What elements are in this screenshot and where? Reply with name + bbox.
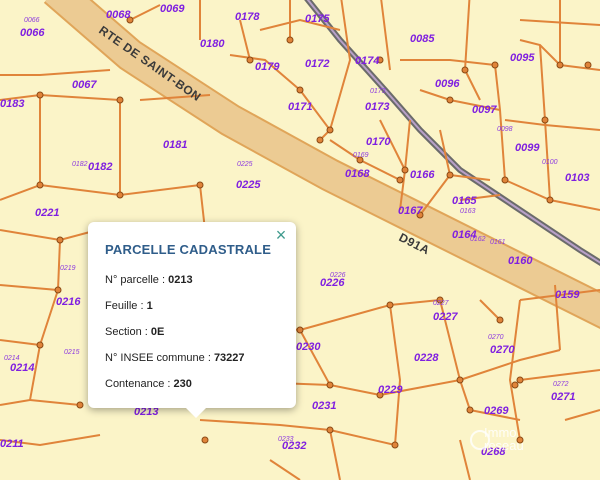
field-value: 230 xyxy=(173,378,192,390)
popup-title: PARCELLE CADASTRALE xyxy=(105,242,272,257)
parcel-label: 0229 xyxy=(378,384,403,396)
parcel-label: 0271 xyxy=(551,391,575,403)
parcel-label: 0171 xyxy=(288,101,312,113)
parcel-label: 0221 xyxy=(35,207,59,219)
parcel-small-label: 0098 xyxy=(497,126,513,133)
parcel-small-label: 0163 xyxy=(460,208,476,215)
parcel-small-label: 0219 xyxy=(60,265,76,272)
parcel-label: 0269 xyxy=(484,405,509,417)
parcel-label: 0097 xyxy=(472,104,497,116)
parcel-small-label: 0270 xyxy=(488,334,504,341)
parcel-label: 0214 xyxy=(10,362,34,374)
parcel-label: 0216 xyxy=(56,296,81,308)
parcel-small-label: 0215 xyxy=(64,349,80,356)
field-value: 0E xyxy=(150,326,165,338)
parcel-label: 0270 xyxy=(490,344,515,356)
parcel-label: 0160 xyxy=(508,255,533,267)
parcel-small-label: 0173 xyxy=(370,88,386,95)
field-section: Section : 0E xyxy=(105,326,164,338)
parcel-small-label: 0214 xyxy=(4,355,20,362)
parcel-label: 0174 xyxy=(355,55,379,67)
parcel-label: 0096 xyxy=(435,78,460,90)
field-value: 1 xyxy=(146,300,153,312)
field-label: N° parcelle : xyxy=(105,274,169,286)
parcel-label: 0165 xyxy=(452,195,477,207)
parcel-label: 0167 xyxy=(398,205,423,217)
parcel-label: 0183 xyxy=(0,98,24,110)
field-label: N° INSEE commune : xyxy=(105,352,214,364)
field-insee: N° INSEE commune : 73227 xyxy=(105,352,245,364)
field-value: 0213 xyxy=(168,274,193,286)
parcel-small-label: 0182 xyxy=(72,161,88,168)
parcel-label: 0178 xyxy=(235,11,260,23)
parcel-label: 0068 xyxy=(106,9,131,21)
parcel-label: 0159 xyxy=(555,289,580,301)
parcel-label: 0181 xyxy=(163,139,187,151)
parcel-small-label: 0161 xyxy=(490,239,506,246)
parcel-label: 0095 xyxy=(510,52,535,64)
parcel-label: 0226 xyxy=(320,277,345,289)
close-icon[interactable]: × xyxy=(272,226,290,244)
parcel-label: 0230 xyxy=(296,341,321,353)
parcel-small-label: 0169 xyxy=(353,152,369,159)
parcel-label: 0168 xyxy=(345,168,370,180)
parcel-label: 0182 xyxy=(88,161,112,173)
parcel-label: 0227 xyxy=(433,311,458,323)
parcel-small-label: 0100 xyxy=(542,159,558,166)
field-feuille: Feuille : 1 xyxy=(105,300,153,312)
parcel-small-label: 0066 xyxy=(24,17,40,24)
parcel-small-label: 0162 xyxy=(470,236,486,243)
field-value: 73227 xyxy=(213,352,245,364)
parcel-label: 0211 xyxy=(0,438,24,450)
parcel-label: 0179 xyxy=(255,61,280,73)
field-parcel-number: N° parcelle : 0213 xyxy=(105,274,193,286)
parcel-label: 0225 xyxy=(236,179,261,191)
parcel-label: 0085 xyxy=(410,33,435,45)
parcel-label: 0103 xyxy=(565,172,589,184)
parcel-label: 0172 xyxy=(305,58,329,70)
parcel-popup: PARCELLE CADASTRALE × N° parcelle : 0213… xyxy=(88,222,296,418)
parcel-label: 0175 xyxy=(305,13,330,25)
parcel-small-label: 0272 xyxy=(553,381,569,388)
parcel-label: 0170 xyxy=(366,136,391,148)
field-label: Contenance : xyxy=(105,378,174,390)
parcel-small-label: 0227 xyxy=(433,300,450,307)
parcel-label: 0231 xyxy=(312,400,336,412)
parcel-small-label: 0225 xyxy=(237,161,253,168)
field-contenance: Contenance : 230 xyxy=(105,378,192,390)
parcel-label: 0166 xyxy=(410,169,435,181)
parcel-label: 0180 xyxy=(200,38,225,50)
parcel-label: 0066 xyxy=(20,27,45,39)
watermark-line2: reseau xyxy=(484,438,524,453)
parcel-label: 0173 xyxy=(365,101,389,113)
field-label: Feuille : xyxy=(105,300,147,312)
parcel-label: 0228 xyxy=(414,352,439,364)
parcel-label: 0069 xyxy=(160,3,185,15)
parcel-label: 0232 xyxy=(282,440,306,452)
parcel-label: 0099 xyxy=(515,142,540,154)
parcel-label: 0067 xyxy=(72,79,97,91)
watermark: Immo reseau xyxy=(484,426,524,452)
field-label: Section : xyxy=(105,326,151,338)
